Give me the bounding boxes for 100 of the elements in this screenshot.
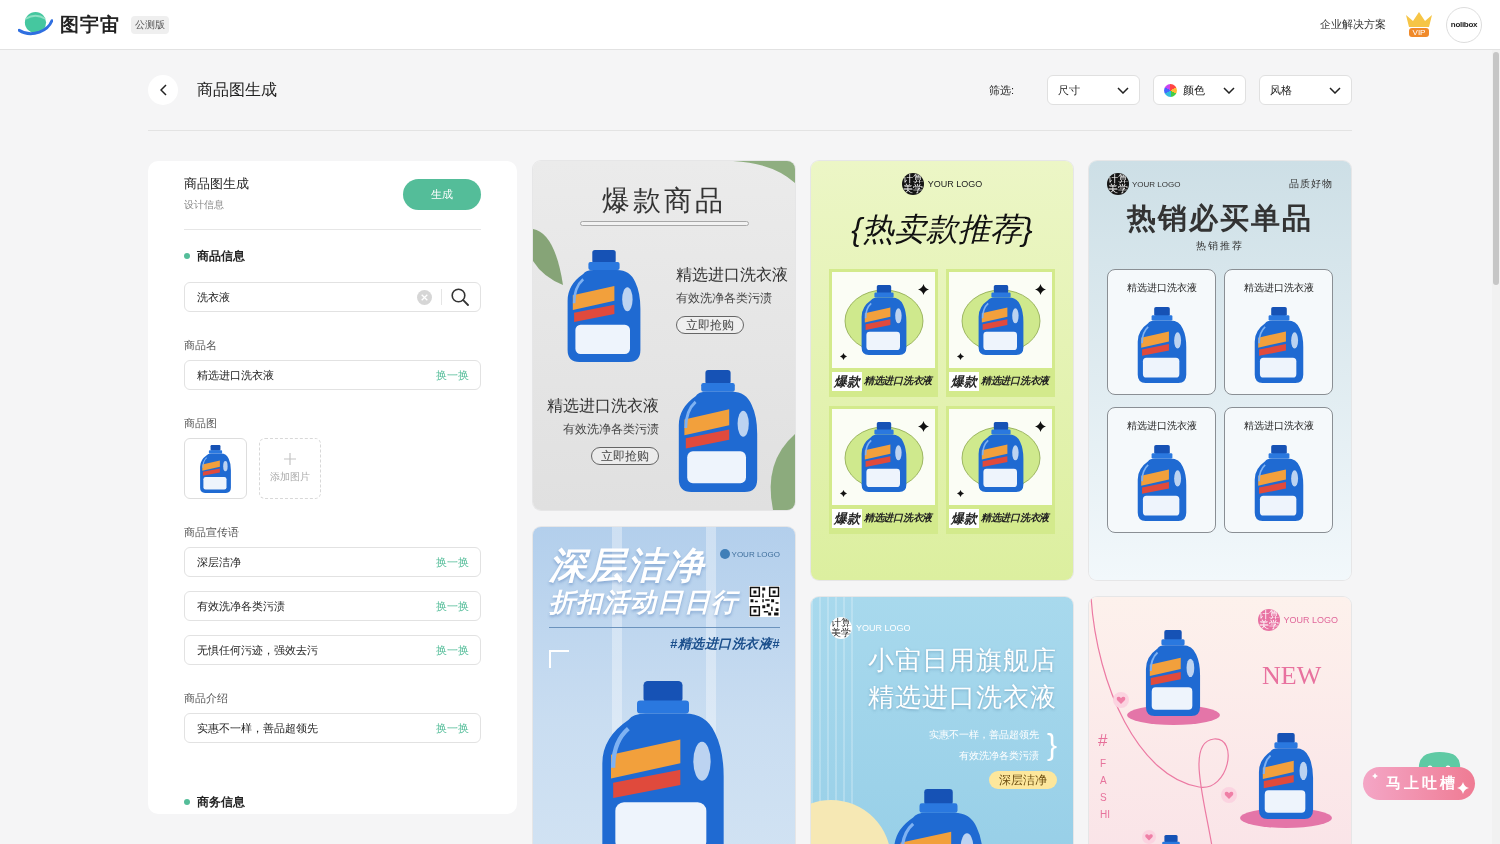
field-label: 商品介绍 [184, 691, 229, 706]
dot-icon [184, 799, 190, 805]
text-field[interactable]: 深层洁净 换一换 [184, 547, 481, 577]
corner-bracket-icon [549, 650, 569, 668]
logo-icon [719, 549, 730, 559]
enterprise-link[interactable]: 企业解决方案 [1320, 17, 1386, 32]
chevron-down-icon [1329, 86, 1341, 94]
sparkle-icon [1035, 421, 1046, 432]
sparkle-icon [840, 490, 847, 497]
chevron-left-icon [159, 84, 167, 96]
product-name: 精选进口洗衣液 [1243, 281, 1314, 295]
filter-dropdown[interactable]: 尺寸 [1047, 75, 1140, 105]
poster-card[interactable]: 深层洁净 YOUR LOGO 折扣活动日日行 #精选进口洗衣液# [533, 527, 795, 844]
bottle-icon [976, 285, 1025, 355]
poster-title: 小宙日用旗舰店 [867, 644, 1057, 677]
product-name: 精选进口洗衣液 [864, 511, 932, 525]
bottle-icon [1135, 445, 1188, 521]
sparkle-icon [1457, 782, 1469, 794]
product-name: 精选进口洗衣液 [1243, 419, 1314, 433]
field-label: 商品宣传语 [184, 525, 240, 540]
panel-subtitle: 设计信息 [184, 198, 225, 212]
text-field[interactable]: 有效洗净各类污渍 换一换 [184, 591, 481, 621]
poster-title: {热卖款推荐} [850, 210, 1034, 249]
hashtag-text: #精选进口洗衣液# [669, 636, 780, 652]
logo-text: YOUR LOGO [731, 549, 780, 559]
corner-text: 品质好物 [1289, 177, 1333, 191]
text-field[interactable]: 实惠不一样，善品超领先 换一换 [184, 713, 481, 743]
qr-code-icon [749, 586, 780, 617]
product-name: 精选进口洗衣液 [676, 265, 788, 285]
panel-title: 商品图生成 [184, 176, 249, 192]
section-title: 商品信息 [197, 247, 245, 265]
hot-tag: 爆款 [832, 508, 862, 528]
color-wheel-icon [1164, 83, 1177, 97]
search-field[interactable]: 洗衣液 [184, 282, 481, 312]
chevron-down-icon [1223, 86, 1235, 94]
poster-text: 有效洗净各类污渍 [957, 749, 1039, 763]
dot-icon [184, 253, 190, 259]
bottle-icon [976, 422, 1025, 492]
planet-logo-icon[interactable] [18, 11, 53, 38]
hot-tag: 爆款 [949, 371, 979, 391]
filter-label: 筛选: [988, 82, 1014, 98]
product-name: 精选进口洗衣液 [1126, 281, 1197, 295]
logo-text: YOUR LOGO [1283, 615, 1338, 625]
poster-subtitle: 热销推荐 [1195, 239, 1245, 253]
bottle-icon [1252, 445, 1305, 521]
sparkle-icon [1035, 284, 1046, 295]
bottle-icon [565, 250, 643, 362]
product-slogan: 有效洗净各类污渍 [676, 290, 772, 306]
product-name: 精选进口洗衣液 [864, 374, 932, 388]
logo-text: YOUR LOGO [856, 623, 911, 633]
bottle-icon [1252, 307, 1305, 383]
section-title: 商务信息 [197, 793, 245, 811]
bottle-icon [199, 444, 232, 493]
beta-tag: 公测版 [131, 15, 169, 34]
sparkle-icon [1372, 773, 1378, 779]
hot-tag: 爆款 [832, 371, 862, 391]
plus-icon [284, 453, 296, 465]
sparkle-icon [957, 490, 964, 497]
text-field[interactable]: 无惧任何污迹，强效去污 换一换 [184, 635, 481, 665]
feature-tag: 深层洁净 [989, 771, 1057, 789]
poster-title: 热销必买单品 [1125, 201, 1314, 236]
sparkle-icon [918, 284, 929, 295]
vertical-text: FASHI [1100, 757, 1110, 822]
logo-text: YOUR LOGO [927, 179, 983, 189]
product-name: 精选进口洗衣液 [981, 511, 1049, 525]
sparkle-icon [840, 353, 847, 360]
filter-dropdown[interactable]: 颜色 [1153, 75, 1246, 105]
product-name: 精选进口洗衣液 [547, 396, 659, 416]
poster-card[interactable]: 爆款商品 精选进口洗衣液 有效洗净各类污渍 立即抢购 精选进口洗衣液 有效洗净各类污渍 立即抢购 [533, 161, 795, 510]
scrollbar-thumb[interactable] [1493, 52, 1499, 285]
poster-title: 深层洁净 [549, 546, 705, 586]
bottle-icon [859, 285, 908, 355]
product-name: 精选进口洗衣液 [1126, 419, 1197, 433]
back-button[interactable] [148, 75, 178, 105]
page-title: 商品图生成 [197, 79, 277, 100]
product-slogan: 有效洗净各类污渍 [563, 421, 659, 437]
bottle-icon [676, 370, 760, 492]
text-field[interactable]: 精选进口洗衣液 换一换 [184, 360, 481, 390]
image-thumbnail[interactable] [184, 438, 247, 499]
field-label: 商品名 [184, 338, 218, 353]
new-label: NEW [1262, 661, 1322, 691]
search-icon[interactable] [451, 288, 469, 306]
sparkle-icon [957, 353, 964, 360]
brace-mark: } [1046, 730, 1057, 760]
poster-title: 精选进口洗衣液 [867, 681, 1057, 714]
buy-button[interactable]: 立即抢购 [591, 447, 659, 465]
crown-icon [1405, 11, 1433, 27]
hash-mark: # [1098, 731, 1108, 751]
chevron-down-icon [1117, 86, 1129, 94]
bottle-icon [1257, 733, 1315, 819]
bottle-icon [859, 422, 908, 492]
hot-tag: 爆款 [949, 508, 979, 528]
logo-text: YOUR LOGO [1132, 179, 1181, 189]
bottle-icon [1135, 307, 1188, 383]
filter-dropdown[interactable]: 风格 [1259, 75, 1352, 105]
sparkle-icon [918, 421, 929, 432]
bottle-icon [1144, 630, 1202, 716]
buy-button[interactable]: 立即抢购 [676, 316, 744, 334]
poster-title: 爆款商品 [601, 184, 727, 218]
field-label: 商品图 [184, 416, 218, 431]
